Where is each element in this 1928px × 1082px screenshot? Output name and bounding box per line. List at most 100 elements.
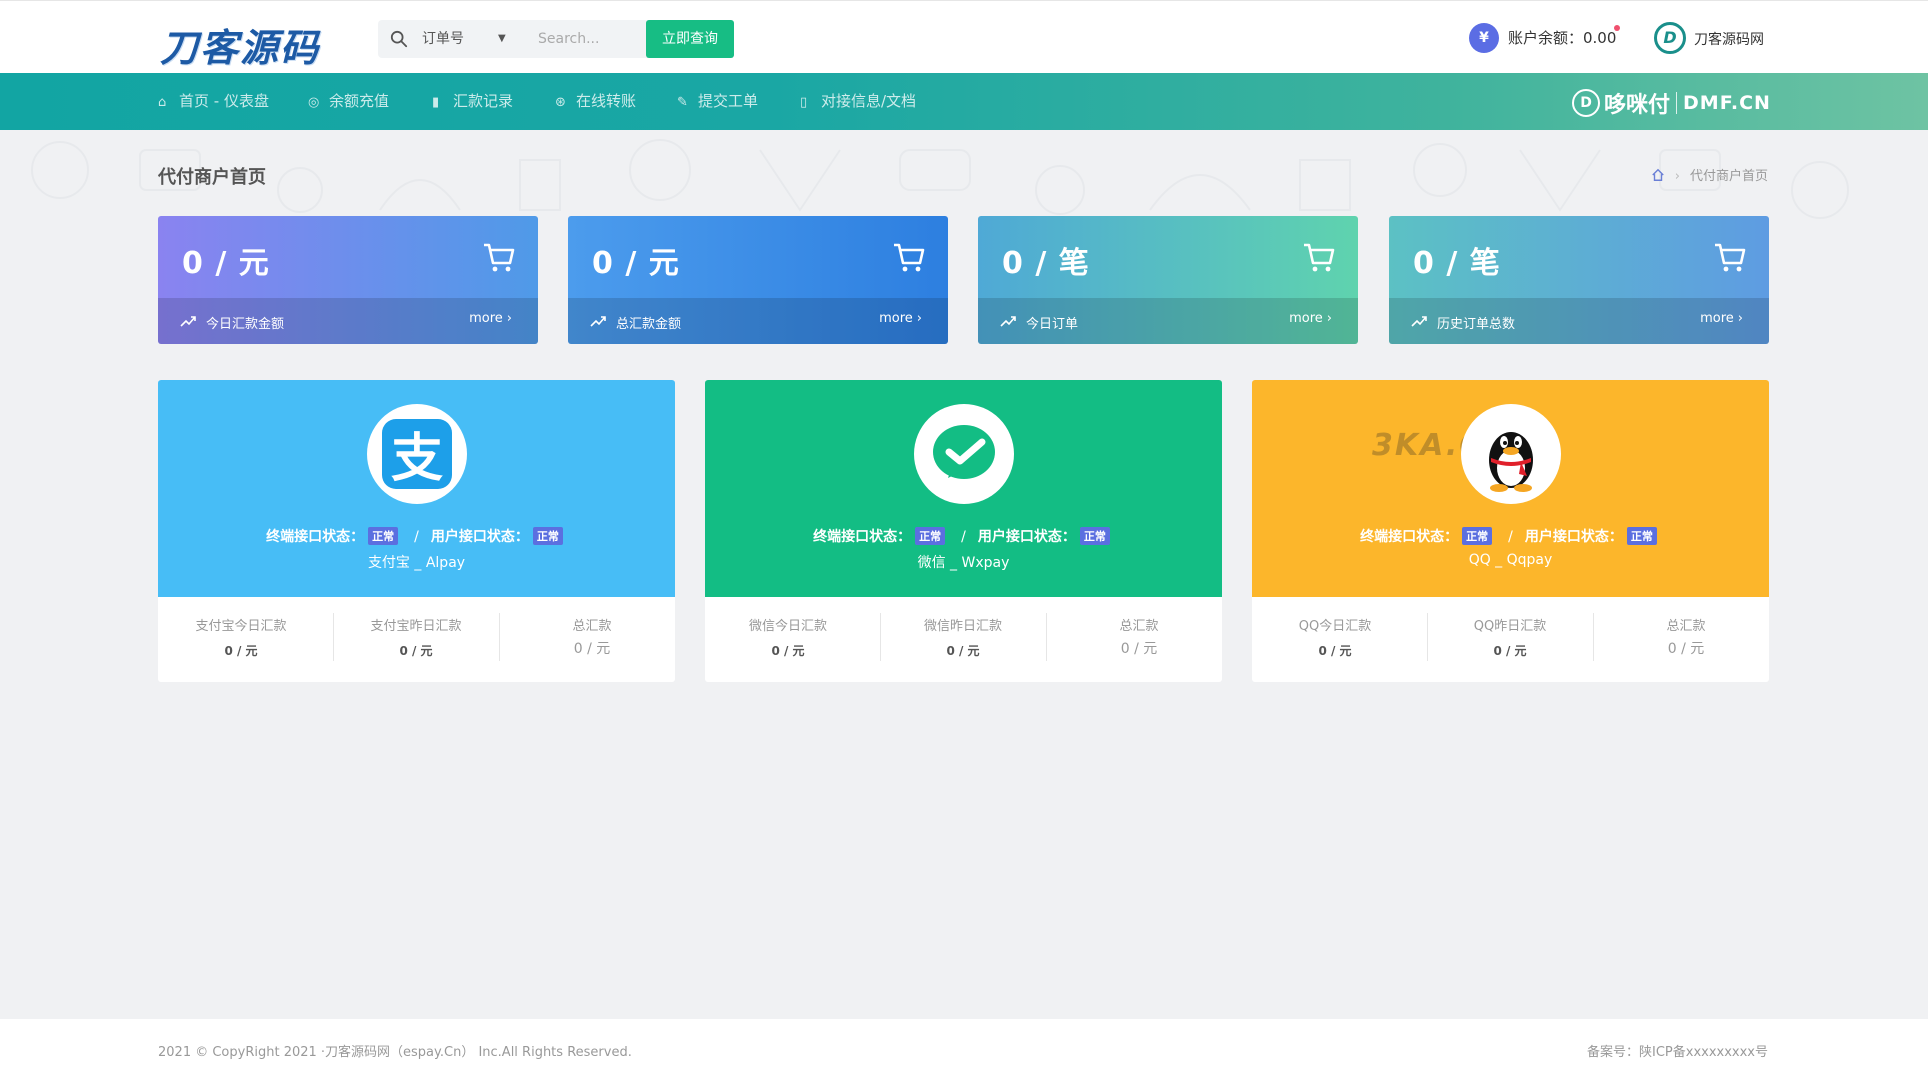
nav-item-ticket[interactable]: ✎ 提交工单 xyxy=(677,73,758,130)
stat-value: 0 / 元 xyxy=(1120,641,1158,657)
cart-icon xyxy=(484,243,515,272)
payment-stats: 支付宝今日汇款 0 / 元 支付宝昨日汇款 0 / 元 总汇款 0 / 元 xyxy=(158,597,675,682)
stat-yesterday: QQ昨日汇款 0 / 元 xyxy=(1427,615,1593,659)
payment-card-qq: 3KA.C 终端接口状态： 正常 / 用户接口状态： 正常 QQ _ Qqpay QQ今… xyxy=(1252,380,1769,682)
status-badge: 正常 xyxy=(915,527,946,545)
more-link[interactable]: more › xyxy=(1700,311,1743,326)
chevron-down-icon[interactable]: ▼ xyxy=(498,20,506,58)
stat-label: 总汇款 xyxy=(572,619,612,634)
breadcrumb: › 代付商户首页 xyxy=(1651,165,1768,184)
user-name[interactable]: 刀客源码网 xyxy=(1694,29,1764,49)
nav-item-records[interactable]: ▮ 汇款记录 xyxy=(432,73,513,130)
nav-label: 在线转账 xyxy=(576,92,637,110)
cart-icon xyxy=(1715,243,1746,272)
copyright-text: 2021 © CopyRight 2021 ·刀客源码网（espay.Cn） I… xyxy=(158,1045,632,1060)
breadcrumb-current: 代付商户首页 xyxy=(1689,169,1768,184)
brand-logo[interactable]: D 哆咪付 DMF.CN xyxy=(1572,87,1771,118)
more-text: more xyxy=(879,311,913,326)
status-badge: 正常 xyxy=(368,527,399,545)
nav-label: 首页 - 仪表盘 xyxy=(179,92,269,110)
stat-value: 0 / 元 xyxy=(592,246,680,281)
terminal-status-label: 终端接口状态： xyxy=(266,529,365,545)
payment-card-alipay: 支 终端接口状态： 正常 / 用户接口状态： 正常 支付宝 _ Alpay 支付宝今日汇… xyxy=(158,380,675,682)
nav-item-transfer[interactable]: ⊛ 在线转账 xyxy=(555,73,636,130)
payment-stats: QQ今日汇款 0 / 元 QQ昨日汇款 0 / 元 总汇款 0 / 元 xyxy=(1252,597,1769,682)
chevron-right-icon: › xyxy=(1326,311,1332,326)
stat-value: 0 / 元 xyxy=(1667,641,1705,657)
stat-total: 总汇款 0 / 元 xyxy=(509,615,675,658)
top-header: 刀客源码 订单号 ▼ 立即查询 ¥ 账户余额：0.00 D 刀客源码网 xyxy=(0,0,1928,73)
stat-value: 0 / 元 xyxy=(224,644,258,658)
brand-icon: D xyxy=(1572,89,1600,117)
stat-yesterday: 微信昨日汇款 0 / 元 xyxy=(880,615,1046,659)
cart-icon xyxy=(1304,243,1335,272)
stat-card-today-amount: 0 / 元 今日汇款金额 more › xyxy=(158,216,538,344)
stat-value: 0 / 元 xyxy=(1318,644,1352,658)
status-separator: / xyxy=(1508,529,1513,545)
search-button[interactable]: 立即查询 xyxy=(646,20,734,58)
more-link[interactable]: more › xyxy=(1289,311,1332,326)
home-icon: ⌂ xyxy=(158,95,167,110)
stat-label: 历史订单总数 xyxy=(1437,317,1516,332)
site-logo[interactable]: 刀客源码 xyxy=(160,17,320,70)
divider xyxy=(1593,613,1594,661)
more-text: more xyxy=(1700,311,1734,326)
payment-card-header: 终端接口状态： 正常 / 用户接口状态： 正常 微信 _ Wxpay xyxy=(705,380,1222,597)
home-icon[interactable] xyxy=(1651,168,1665,182)
qq-logo xyxy=(1461,404,1561,504)
more-link[interactable]: more › xyxy=(879,311,922,326)
interface-status: 终端接口状态： 正常 / 用户接口状态： 正常 xyxy=(1252,526,1769,546)
nav-item-recharge[interactable]: ◎ 余额充值 xyxy=(308,73,389,130)
nav-label: 对接信息/文档 xyxy=(821,92,917,110)
divider xyxy=(1046,613,1047,661)
stat-label: 总汇款金额 xyxy=(616,317,682,332)
chevron-right-icon: › xyxy=(506,311,512,326)
bar-chart-icon: ▮ xyxy=(432,95,440,110)
nav-item-dashboard[interactable]: ⌂ 首页 - 仪表盘 xyxy=(158,73,269,130)
doc-icon: ▯ xyxy=(800,95,808,110)
trending-up-icon xyxy=(590,316,606,327)
stat-label: 支付宝今日汇款 xyxy=(195,619,287,634)
stat-label: 支付宝昨日汇款 xyxy=(370,619,462,634)
search-type-select[interactable]: 订单号 xyxy=(422,20,522,58)
search-input[interactable] xyxy=(538,20,628,58)
more-text: more xyxy=(1289,311,1323,326)
trending-up-icon xyxy=(1000,316,1016,327)
nav-item-docs[interactable]: ▯ 对接信息/文档 xyxy=(800,73,916,130)
nav-label: 汇款记录 xyxy=(453,92,514,110)
stat-label: 微信昨日汇款 xyxy=(923,619,1002,634)
brand-divider xyxy=(1676,92,1678,114)
stat-footer: 历史订单总数 more › xyxy=(1389,298,1769,344)
yen-icon: ¥ xyxy=(1469,23,1499,53)
payment-card-wechat: 终端接口状态： 正常 / 用户接口状态： 正常 微信 _ Wxpay 微信今日汇款 0 /… xyxy=(705,380,1222,682)
payment-name: 微信 _ Wxpay xyxy=(917,555,1010,571)
payment-card-header: 3KA.C 终端接口状态： 正常 / 用户接口状态： 正常 QQ _ Qqpay xyxy=(1252,380,1769,597)
status-separator: / xyxy=(961,529,966,545)
icp-record[interactable]: 备案号：陕ICP备xxxxxxxxx号 xyxy=(1587,1041,1768,1060)
payment-card-header: 支 终端接口状态： 正常 / 用户接口状态： 正常 支付宝 _ Alpay xyxy=(158,380,675,597)
user-avatar-icon[interactable]: D xyxy=(1654,22,1686,54)
notification-dot xyxy=(1614,25,1620,31)
terminal-status-label: 终端接口状态： xyxy=(1360,529,1459,545)
status-badge: 正常 xyxy=(532,527,563,545)
stat-label: 总汇款 xyxy=(1119,619,1159,634)
stat-value: 0 / 元 xyxy=(946,644,980,658)
stat-card-total-amount: 0 / 元 总汇款金额 more › xyxy=(568,216,948,344)
more-link[interactable]: more › xyxy=(469,311,512,326)
brand-domain: DMF.CN xyxy=(1683,92,1771,114)
stat-value: 0 / 元 xyxy=(573,641,611,657)
trending-up-icon xyxy=(1411,316,1427,327)
stat-today: 支付宝今日汇款 0 / 元 xyxy=(158,615,324,659)
status-badge: 正常 xyxy=(1626,527,1657,545)
stat-label: QQ昨日汇款 xyxy=(1473,619,1547,634)
stat-label: QQ今日汇款 xyxy=(1298,619,1372,634)
breadcrumb-separator: › xyxy=(1674,169,1680,184)
account-balance[interactable]: 账户余额：0.00 xyxy=(1508,27,1616,48)
payment-name: QQ _ Qqpay xyxy=(1468,552,1553,568)
chevron-right-icon: › xyxy=(1737,311,1743,326)
stat-value: 0 / 元 xyxy=(771,644,805,658)
stat-label: 总汇款 xyxy=(1666,619,1706,634)
recharge-icon: ◎ xyxy=(308,95,320,110)
terminal-status-label: 终端接口状态： xyxy=(813,529,912,545)
qq-penguin-icon xyxy=(1489,432,1533,492)
